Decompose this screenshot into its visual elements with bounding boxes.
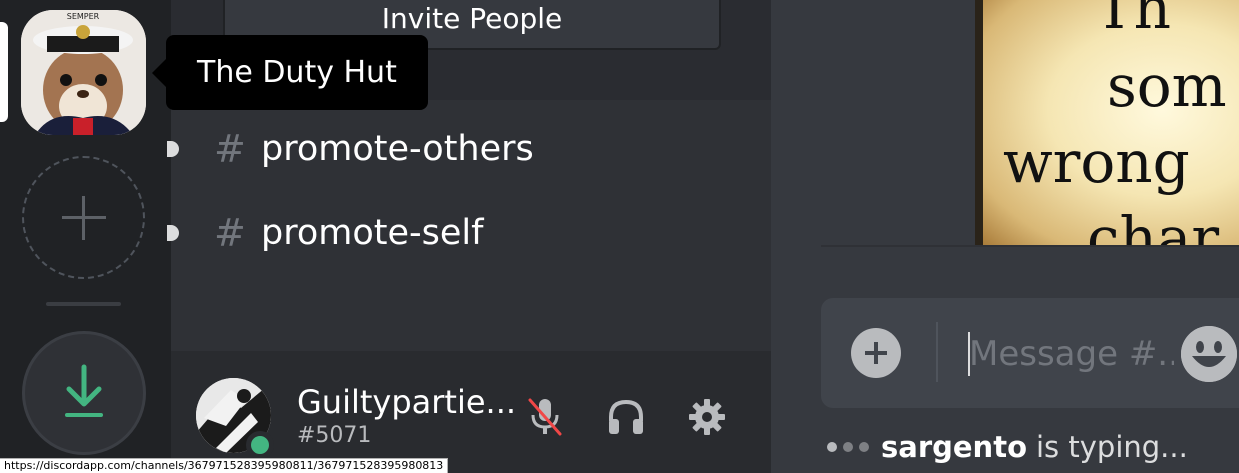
plus-icon [61, 195, 106, 240]
online-status-dot [246, 431, 274, 459]
server-rail: SEMPER [0, 0, 171, 473]
smiley-emoji-icon [1181, 326, 1237, 382]
mute-button[interactable] [523, 395, 567, 439]
squirrel-marine-icon: SEMPER [21, 10, 146, 135]
typing-dots [827, 442, 869, 452]
message-image-attachment[interactable]: Th som wrong char [975, 0, 1239, 245]
download-apps-button[interactable] [22, 331, 146, 455]
microphone-muted-icon [528, 398, 562, 436]
download-arrow-icon [65, 364, 103, 417]
selected-server-indicator [0, 22, 8, 122]
composer-separator [936, 322, 938, 382]
typing-username: sargento [881, 430, 1027, 464]
link-url-status-bar: https://discordapp.com/channels/36797152… [0, 458, 449, 473]
svg-text:SEMPER: SEMPER [67, 12, 100, 21]
unread-indicator [167, 225, 179, 241]
chat-area: Th som wrong char sargento is [771, 0, 1239, 473]
message-composer [821, 298, 1239, 408]
user-discriminator: #5071 [297, 423, 372, 448]
message-input[interactable] [969, 324, 1174, 384]
add-server-button[interactable] [22, 156, 145, 279]
quote-paper-background: Th som wrong char [983, 0, 1239, 245]
user-panel: Guiltypartie... #5071 [171, 351, 771, 473]
headphones-icon [609, 399, 643, 434]
typing-indicator: sargento is typing... [827, 430, 1188, 464]
gear-icon [689, 399, 725, 435]
username: Guiltypartie... [297, 383, 517, 421]
image-text-line: som [1107, 52, 1227, 120]
user-settings-button[interactable] [685, 395, 729, 439]
deafen-button[interactable] [604, 395, 648, 439]
typing-text: is typing... [1036, 430, 1188, 464]
unread-indicator [167, 141, 179, 157]
attach-button[interactable] [851, 328, 901, 378]
server-name-tooltip: The Duty Hut [152, 35, 428, 110]
image-text-line: char [1087, 204, 1220, 245]
text-channel-hash-icon: # [214, 211, 246, 255]
channel-item-promote-others[interactable]: # promote-others [167, 119, 771, 179]
channel-name: promote-self [261, 213, 484, 253]
plus-circle-icon [865, 342, 887, 364]
server-icon-the-duty-hut[interactable]: SEMPER [21, 10, 146, 135]
channel-item-promote-self[interactable]: # promote-self [167, 203, 771, 263]
text-caret [968, 332, 970, 376]
image-text-line: wrong [1003, 128, 1190, 196]
divider [821, 245, 1239, 247]
channel-name: promote-others [261, 129, 534, 169]
emoji-picker-button[interactable] [1181, 326, 1237, 382]
server-separator [46, 302, 121, 306]
text-channel-hash-icon: # [214, 127, 246, 171]
image-text-line: Th [1095, 0, 1172, 42]
